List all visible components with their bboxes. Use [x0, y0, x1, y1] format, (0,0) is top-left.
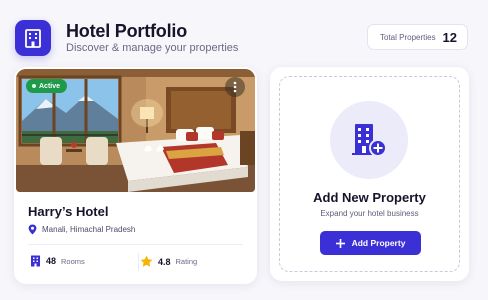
building-icon [25, 29, 41, 48]
add-property-button-label: Add Property [351, 238, 406, 248]
card-menu-button[interactable] [225, 77, 245, 97]
rating-value: 4.8 [158, 256, 171, 267]
add-building-icon [352, 124, 387, 157]
add-property-subtitle: Expand your hotel business [320, 209, 419, 218]
page-subtitle: Discover & manage your properties [66, 42, 239, 54]
hotel-photo: Active [16, 69, 255, 192]
add-property-title: Add New Property [313, 190, 426, 205]
rooms-stat: 48 Rooms [30, 255, 85, 267]
status-dot-icon [32, 84, 36, 88]
status-label: Active [39, 82, 61, 90]
hotel-location: Manali, Himachal Pradesh [28, 224, 135, 235]
hotel-name: Harry’s Hotel [28, 204, 109, 219]
rating-label: Rating [175, 257, 198, 266]
rating-stat: 4.8 Rating [140, 255, 197, 268]
location-pin-icon [28, 224, 37, 235]
add-property-button[interactable]: Add Property [320, 231, 421, 255]
rooms-label: Rooms [61, 256, 85, 266]
rooms-value: 48 [46, 256, 57, 266]
hotel-card[interactable]: Active Harry’s Hotel Manali, Himachal Pr… [14, 67, 257, 284]
total-properties-label: Total Properties [380, 32, 436, 42]
status-badge: Active [26, 79, 68, 93]
plus-icon [335, 238, 345, 248]
total-properties-badge: Total Properties 12 [367, 24, 468, 50]
location-text: Manali, Himachal Pradesh [42, 225, 136, 234]
card-divider [28, 244, 243, 245]
add-property-card[interactable]: Add New Property Expand your hotel busin… [270, 67, 469, 281]
more-vertical-icon [233, 81, 237, 93]
building-icon [31, 255, 40, 267]
page-title: Hotel Portfolio [66, 21, 187, 41]
add-property-illustration [330, 101, 408, 179]
total-properties-count: 12 [442, 29, 457, 45]
star-icon [140, 255, 153, 267]
stat-divider [138, 253, 139, 271]
logo [15, 20, 51, 56]
